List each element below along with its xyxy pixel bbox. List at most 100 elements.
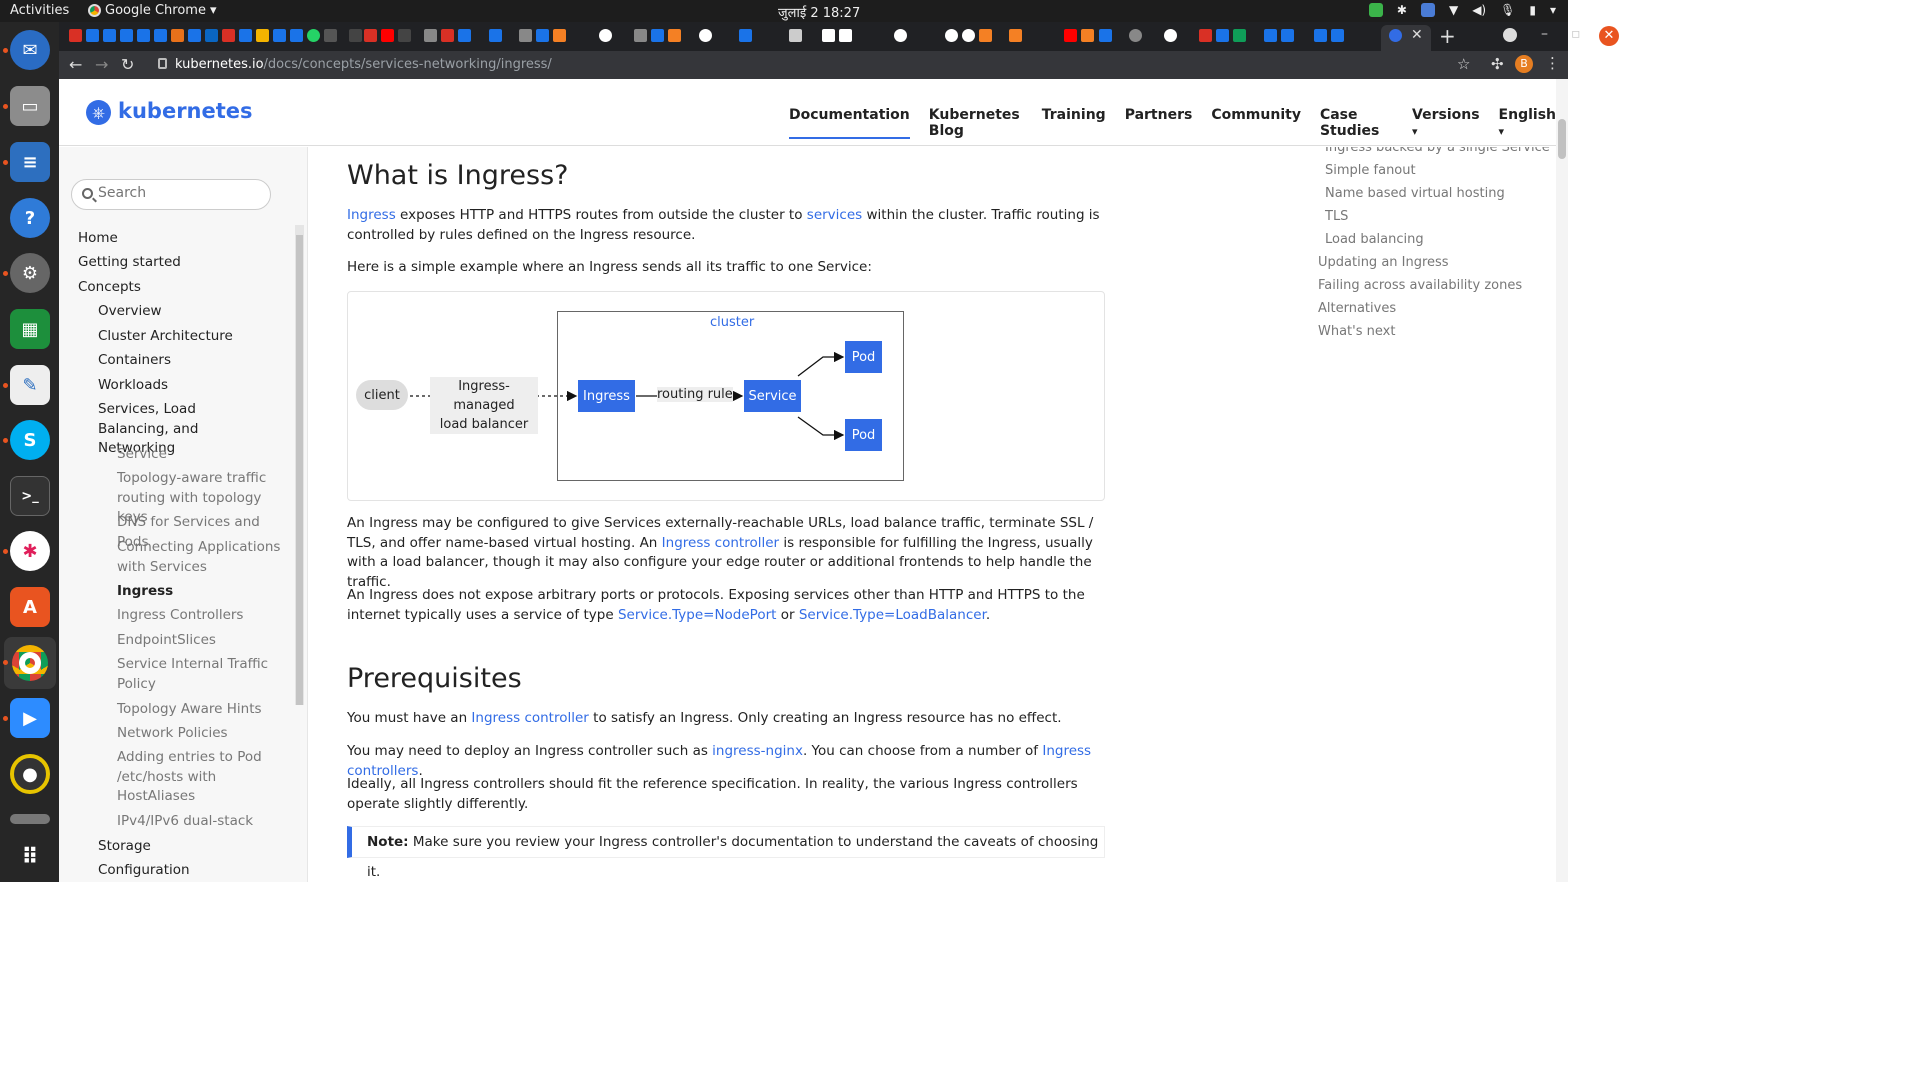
tab-favicon[interactable] — [945, 29, 958, 42]
tab-favicon[interactable] — [1264, 29, 1277, 42]
forward-arrow-icon[interactable]: → — [95, 55, 108, 74]
tab-favicon[interactable] — [137, 29, 150, 42]
tab-favicon[interactable] — [668, 29, 681, 42]
writer-icon[interactable]: ≡ — [10, 142, 50, 182]
new-tab-button[interactable]: + — [1439, 24, 1456, 48]
skype-icon[interactable]: S — [10, 420, 50, 460]
tab-favicon[interactable] — [894, 29, 907, 42]
tab-favicon[interactable] — [962, 29, 975, 42]
sidebar-item[interactable]: Ingress Controllers — [117, 606, 287, 626]
address-bar[interactable]: kubernetes.io/docs/concepts/services-net… — [175, 57, 552, 72]
nav-community[interactable]: Community — [1211, 107, 1301, 139]
zoom-tray-icon[interactable] — [1420, 3, 1435, 17]
tab-favicon[interactable] — [822, 29, 835, 42]
ingress-nginx-link[interactable]: ingress-nginx — [712, 743, 803, 759]
sidebar-item[interactable]: Overview — [98, 302, 263, 322]
site-logo[interactable]: kubernetes — [118, 99, 253, 123]
tab-favicon[interactable] — [273, 29, 286, 42]
loadbalancer-link[interactable]: Service.Type=LoadBalancer — [799, 607, 986, 623]
toc-item[interactable]: Failing across availability zones — [1318, 278, 1522, 293]
drive-icon[interactable] — [10, 814, 50, 824]
volume-icon[interactable]: ◀) — [1472, 3, 1486, 17]
sidebar-item[interactable]: Concepts — [78, 278, 141, 298]
tab-favicon[interactable] — [1164, 29, 1177, 42]
tab-favicon[interactable] — [1281, 29, 1294, 42]
nav-training[interactable]: Training — [1042, 107, 1106, 139]
tab-favicon[interactable] — [839, 29, 852, 42]
thunderbird-icon[interactable]: ✉ — [10, 30, 50, 70]
ingress-link[interactable]: Ingress — [347, 207, 396, 223]
minimize-icon[interactable]: – — [1541, 26, 1548, 42]
system-tray[interactable]: ✱ ▼ ◀) 🎙 ▮ ▾ — [1368, 3, 1556, 17]
tab-favicon[interactable] — [1064, 29, 1077, 42]
nav-language-dropdown[interactable]: English — [1499, 107, 1556, 139]
nav-case-studies[interactable]: Case Studies — [1320, 107, 1393, 139]
search-field[interactable] — [71, 179, 271, 210]
toc-item[interactable]: What's next — [1318, 324, 1395, 339]
tab-favicon[interactable] — [86, 29, 99, 42]
services-link[interactable]: services — [807, 207, 862, 223]
toc-item[interactable]: Load balancing — [1325, 232, 1424, 247]
kubernetes-wheel-icon[interactable]: ⎈ — [86, 100, 111, 125]
nav-documentation[interactable]: Documentation — [789, 107, 910, 139]
software-center-icon[interactable]: A — [10, 587, 50, 627]
slack-icon[interactable]: ✱ — [10, 531, 50, 571]
search-input[interactable] — [98, 185, 258, 201]
bookmark-star-icon[interactable]: ☆ — [1457, 55, 1470, 73]
sidebar-item[interactable]: Cluster Architecture — [98, 327, 263, 347]
tab-favicon[interactable] — [120, 29, 133, 42]
tab-favicon[interactable] — [1099, 29, 1112, 42]
sidebar-item[interactable]: EndpointSlices — [117, 631, 287, 651]
text-editor-icon[interactable]: ✎ — [10, 365, 50, 405]
toc-item[interactable]: TLS — [1325, 209, 1348, 224]
help-icon[interactable]: ? — [10, 198, 50, 238]
wifi-icon[interactable]: ▼ — [1449, 3, 1458, 17]
tab-favicon[interactable] — [1129, 29, 1142, 42]
battery-icon[interactable]: ▮ — [1529, 3, 1536, 17]
ingress-controller-link[interactable]: Ingress controller — [662, 535, 779, 551]
sidebar-item[interactable]: Configuration — [98, 861, 263, 881]
tab-favicon[interactable] — [290, 29, 303, 42]
tab-search-icon[interactable] — [1503, 28, 1517, 42]
tab-favicon[interactable] — [1009, 29, 1022, 42]
tab-favicon[interactable] — [979, 29, 992, 42]
tab-favicon[interactable] — [171, 29, 184, 42]
maximize-icon[interactable]: ▫ — [1571, 26, 1581, 42]
tab-favicon[interactable] — [364, 29, 377, 42]
activities-button[interactable]: Activities — [10, 3, 69, 18]
tab-favicon[interactable] — [69, 29, 82, 42]
chrome-dock-item[interactable] — [4, 637, 56, 689]
back-arrow-icon[interactable]: ← — [69, 55, 82, 74]
toc-item[interactable]: Updating an Ingress — [1318, 255, 1449, 270]
tab-favicon[interactable] — [1216, 29, 1229, 42]
tab-favicon[interactable] — [1331, 29, 1344, 42]
toc-item[interactable]: Ingress backed by a single Service — [1325, 147, 1550, 155]
kebab-menu-icon[interactable]: ⋮ — [1545, 54, 1560, 72]
calc-icon[interactable]: ▦ — [10, 309, 50, 349]
profile-avatar[interactable]: B — [1515, 55, 1533, 73]
rhythmbox-icon[interactable]: ● — [10, 754, 50, 794]
sidebar-item[interactable]: Service — [117, 445, 287, 465]
tab-favicon[interactable] — [1081, 29, 1094, 42]
microphone-icon[interactable]: 🎙 — [1500, 3, 1515, 17]
sidebar-scrollbar[interactable] — [295, 225, 304, 705]
tab-favicon[interactable] — [188, 29, 201, 42]
tab-favicon[interactable] — [699, 29, 712, 42]
sidebar-item[interactable]: Getting started — [78, 253, 181, 273]
tab-favicon[interactable] — [1199, 29, 1212, 42]
zoom-icon[interactable]: ▶ — [10, 698, 50, 738]
power-menu-icon[interactable]: ▾ — [1550, 3, 1556, 17]
slack-tray-icon[interactable]: ✱ — [1397, 3, 1407, 17]
clock[interactable]: जुलाई 2 18:27 — [778, 3, 860, 21]
tab-favicon[interactable] — [324, 29, 337, 42]
sidebar-item[interactable]: Workloads — [98, 376, 263, 396]
sidebar-item[interactable]: Network Policies — [117, 724, 287, 744]
tab-favicon[interactable] — [651, 29, 664, 42]
settings-icon[interactable]: ⚙ — [10, 253, 50, 293]
sidebar-item[interactable]: Adding entries to Pod /etc/hosts with Ho… — [117, 748, 287, 807]
app-menu[interactable]: Google Chrome ▾ — [88, 3, 217, 18]
tab-favicon[interactable] — [1233, 29, 1246, 42]
nav-versions-dropdown[interactable]: Versions — [1412, 107, 1480, 139]
page-scrollbar[interactable] — [1556, 79, 1568, 882]
tab-favicon[interactable] — [458, 29, 471, 42]
